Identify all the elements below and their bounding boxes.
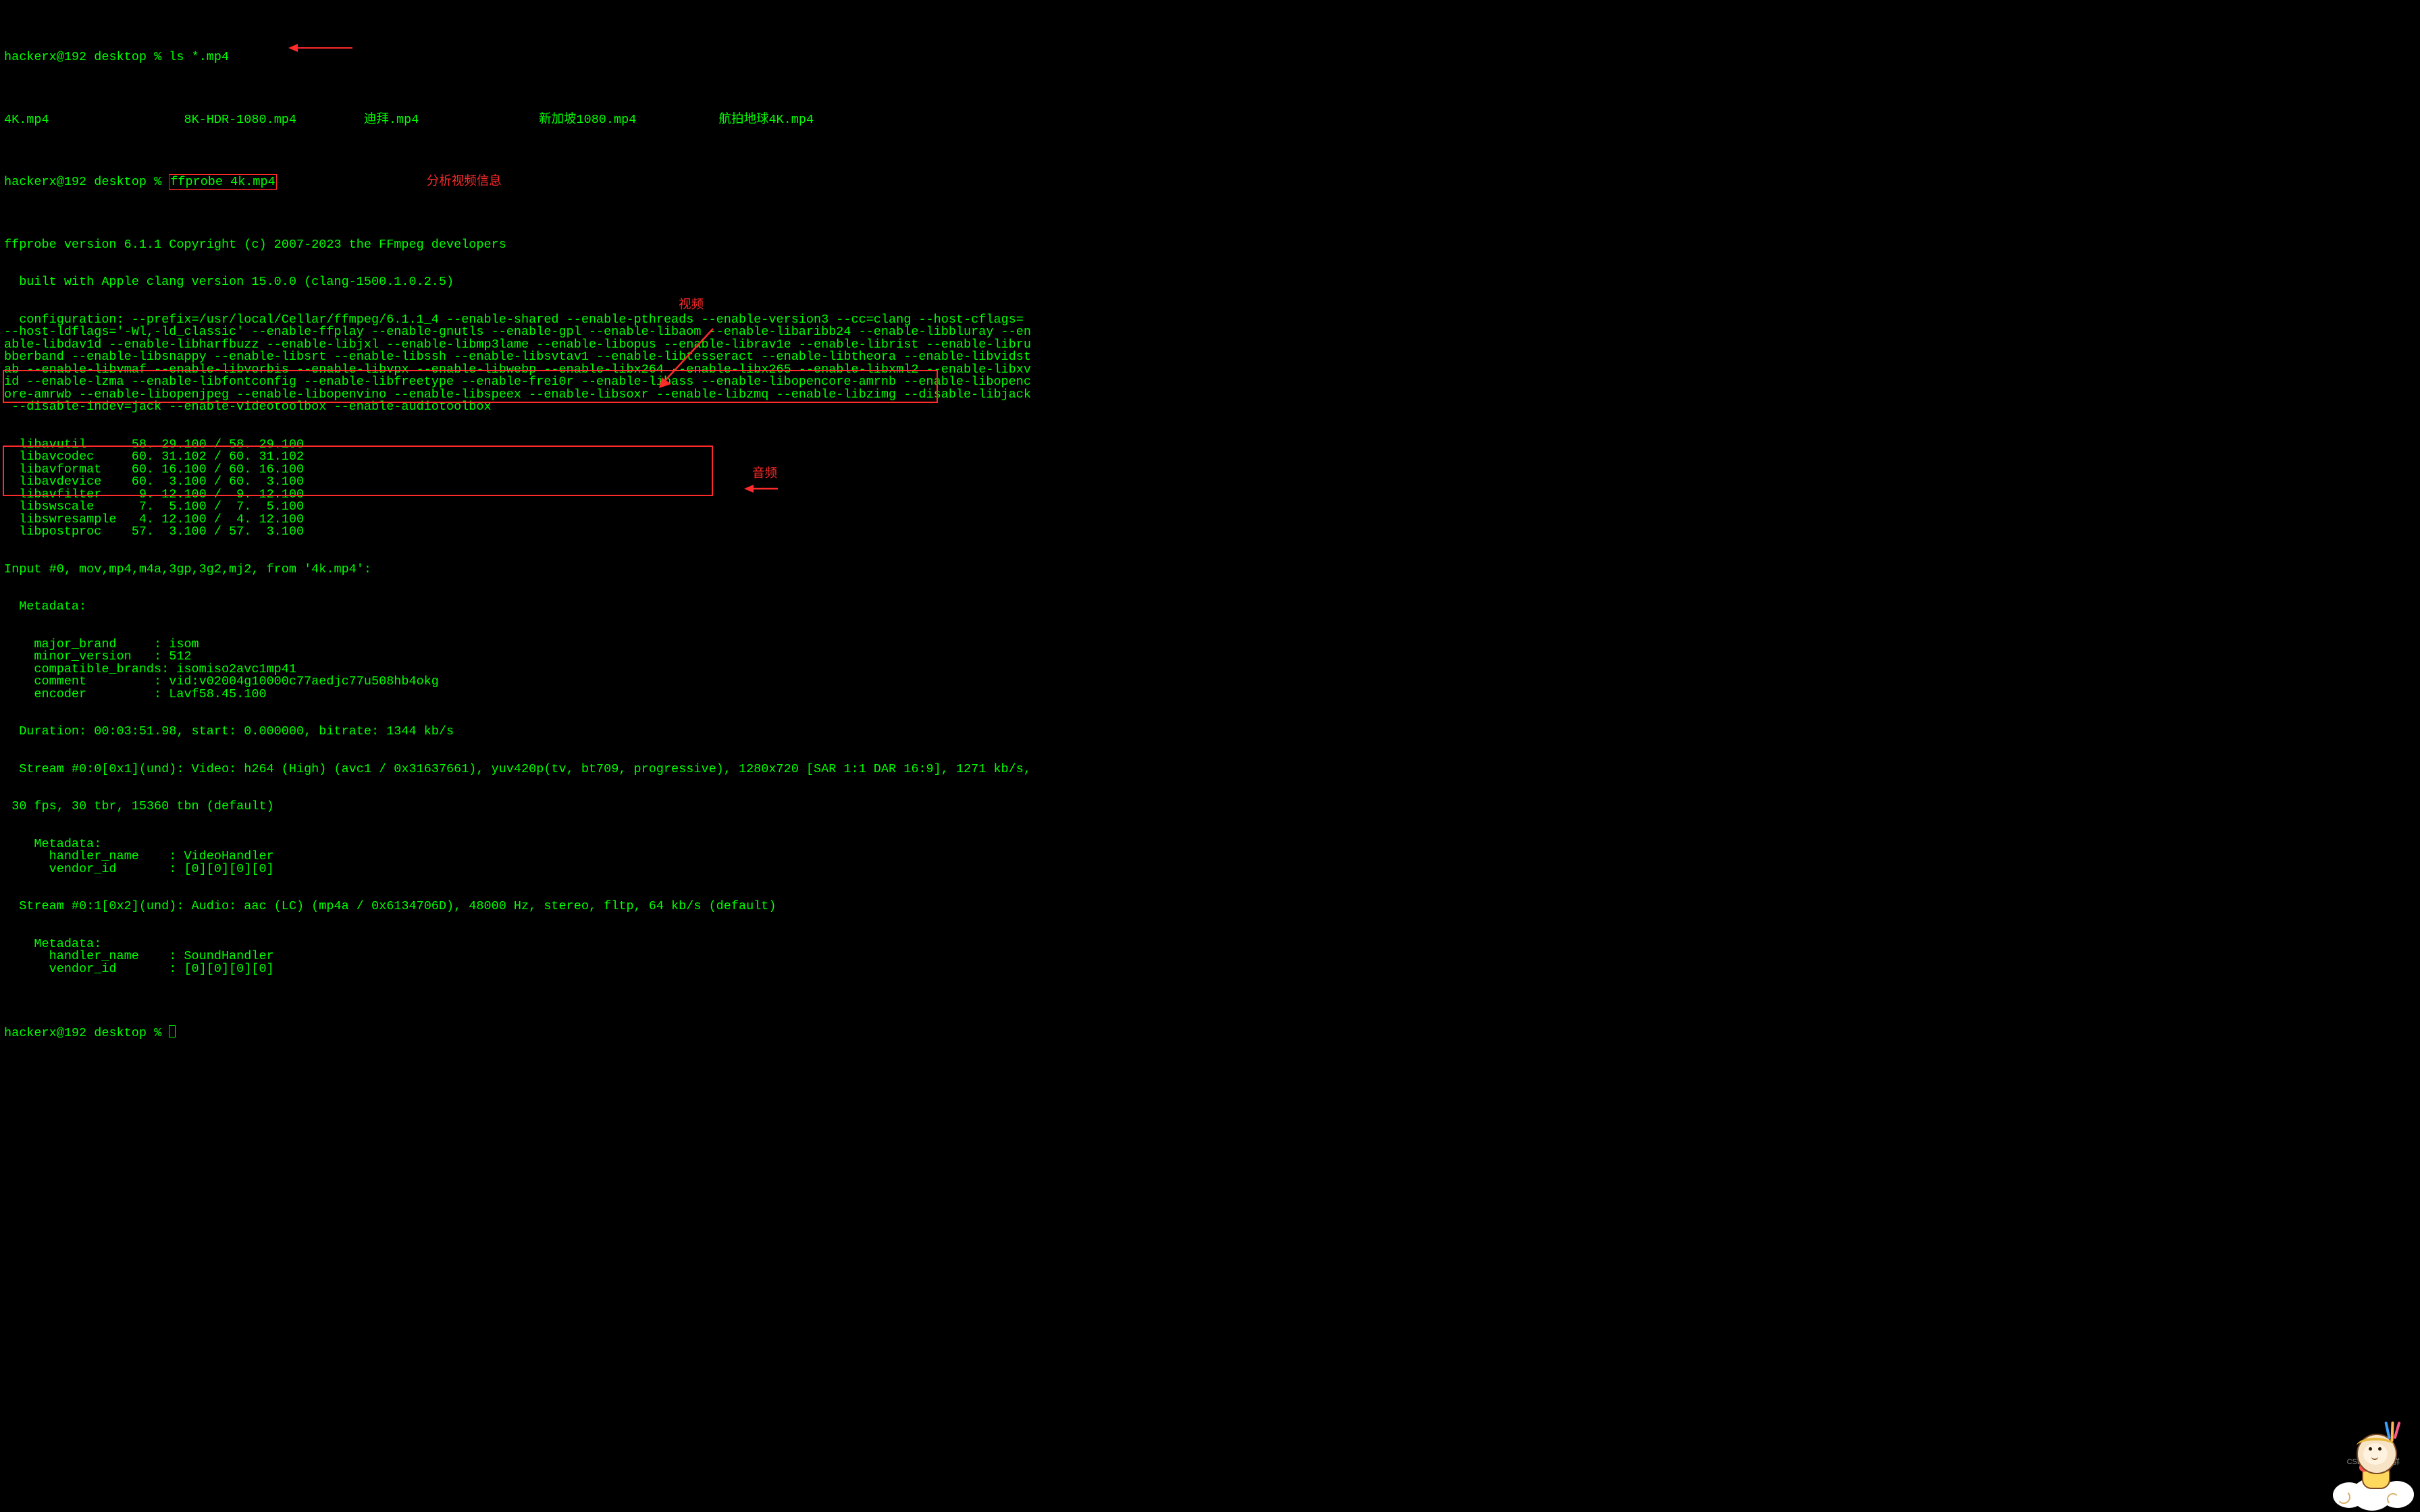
ls-output-row: 4K.mp4 8K-HDR-1080.mp4 迪拜.mp4 新加坡1080.mp… [4,114,2420,127]
ffprobe-config: configuration: --prefix=/usr/local/Cella… [4,314,2420,414]
mascot-monkey-icon [2325,1434,2416,1508]
terminal-output: hackerx@192 desktop % ls *.mp4 4K.mp4 8K… [0,0,2420,1512]
prompt-line-ffprobe: hackerx@192 desktop % ffprobe 4k.mp4 分析视… [4,176,2420,189]
ffprobe-metadata: major_brand : isom minor_version : 512 c… [4,639,2420,701]
ffprobe-audio-metadata: Metadata: handler_name : SoundHandler ve… [4,938,2420,976]
prompt-line-ready[interactable]: hackerx@192 desktop % [4,1025,2420,1040]
ls-col2: 8K-HDR-1080.mp4 [184,113,296,127]
ls-col3: 迪拜.mp4 [364,113,419,127]
cursor-icon [169,1025,176,1037]
prompt-dir: desktop [94,50,147,64]
arrow-to-command-icon [259,30,323,40]
ls-col5: 航拍地球4K.mp4 [718,113,814,127]
annotation-analyze: 分析视频信息 [427,175,502,189]
ffprobe-video-stream-1: Stream #0:0[0x1](und): Video: h264 (High… [4,763,2420,776]
ffprobe-version: ffprobe version 6.1.1 Copyright (c) 2007… [4,239,2420,252]
prompt-userhost: hackerx@192 [4,50,86,64]
command-ls: ls *.mp4 [169,50,229,64]
ffprobe-audio-stream: Stream #0:1[0x2](und): Audio: aac (LC) (… [4,900,2420,913]
ffprobe-video-metadata: Metadata: handler_name : VideoHandler ve… [4,838,2420,876]
ffprobe-metadata-header: Metadata: [4,601,2420,614]
ls-col1: 4K.mp4 [4,113,49,127]
ls-col4: 新加坡1080.mp4 [539,113,636,127]
command-ffprobe: ffprobe 4k.mp4 [169,174,276,190]
ffprobe-duration: Duration: 00:03:51.98, start: 0.000000, … [4,726,2420,738]
ffprobe-built: built with Apple clang version 15.0.0 (c… [4,276,2420,289]
annotation-video: 视频 [679,300,704,313]
ffprobe-libs: libavutil 58. 29.100 / 58. 29.100 libavc… [4,439,2420,539]
ffprobe-input: Input #0, mov,mp4,m4a,3gp,3g2,mj2, from … [4,564,2420,576]
prompt-line-ls: hackerx@192 desktop % ls *.mp4 [4,51,2420,64]
ffprobe-video-stream-2: 30 fps, 30 tbr, 15360 tbn (default) [4,801,2420,813]
prompt-symbol: % [154,50,161,64]
